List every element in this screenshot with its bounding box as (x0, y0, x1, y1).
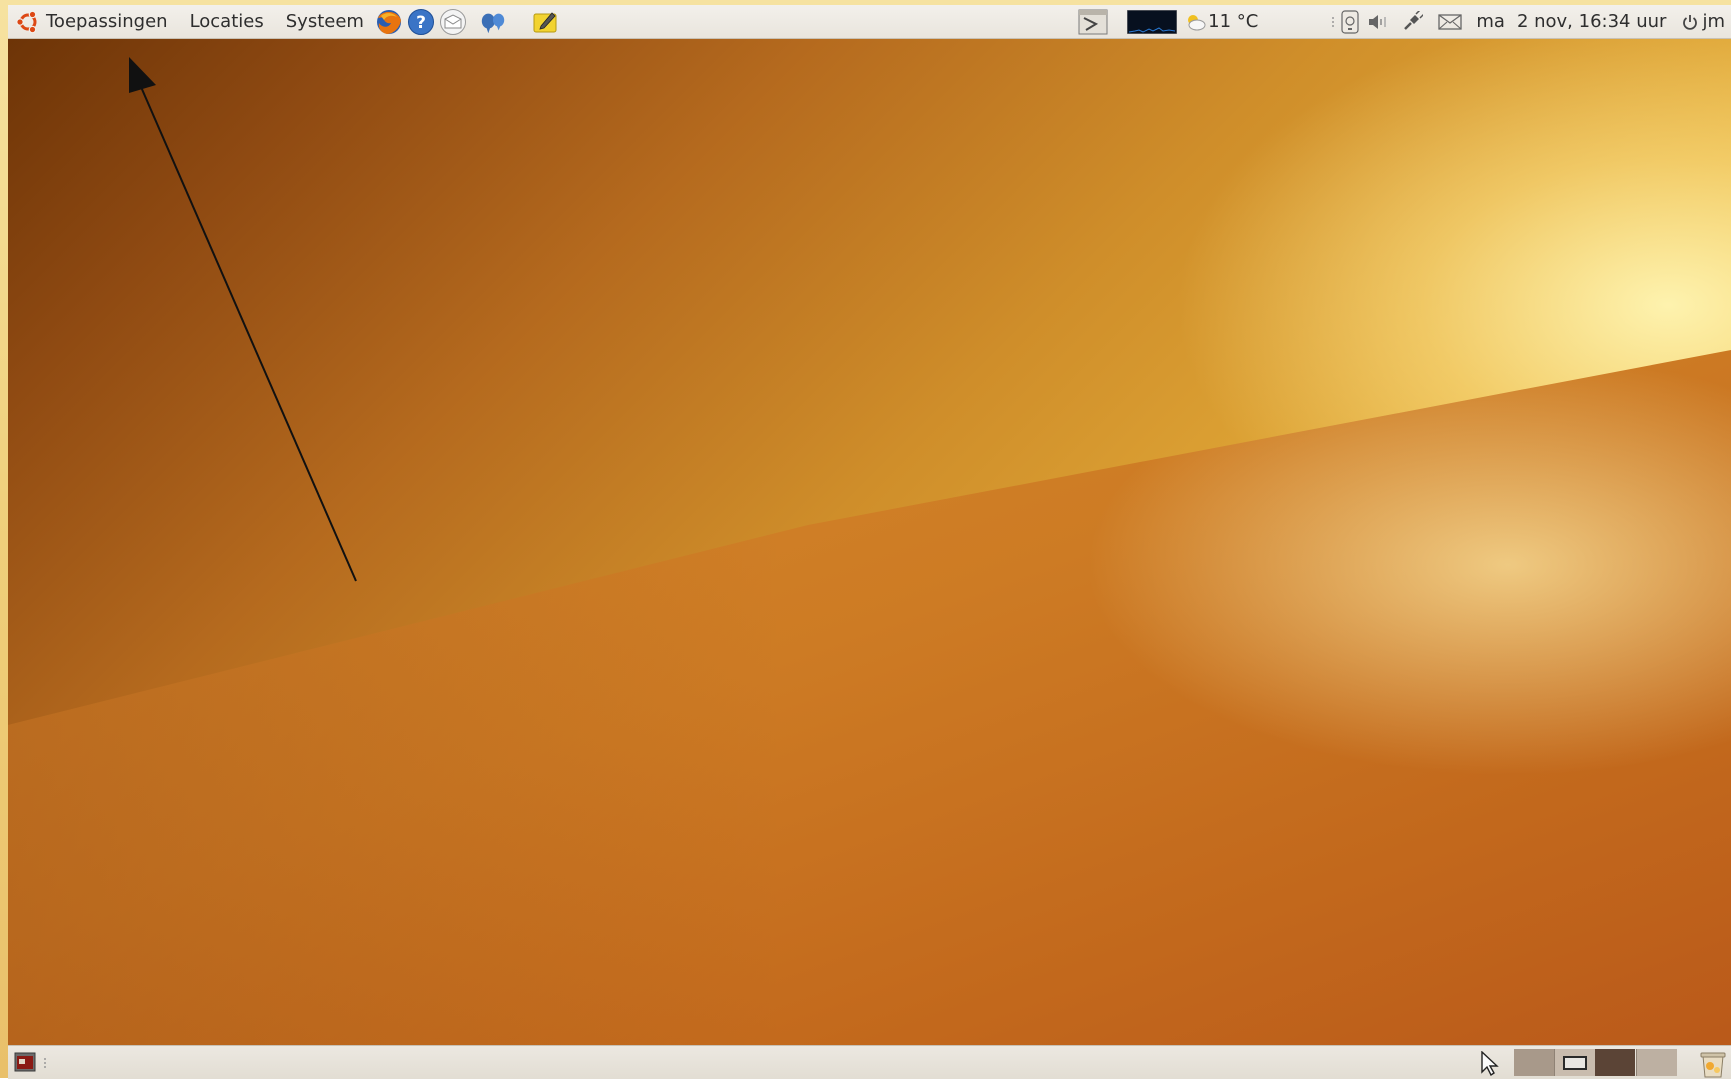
show-desktop-icon[interactable] (14, 1052, 36, 1076)
workspace-3[interactable] (1595, 1049, 1635, 1076)
disk-mount-icon[interactable] (1338, 5, 1362, 38)
ubuntu-logo-icon[interactable] (16, 10, 40, 34)
menu-applications-label: Toepassingen (46, 11, 168, 32)
menu-system-label: Systeem (285, 11, 364, 32)
workspace-window-thumbnail (1563, 1056, 1587, 1070)
top-panel: Toepassingen Locaties Systeem ? 11 °C ma… (8, 5, 1731, 39)
firefox-icon[interactable] (375, 8, 403, 36)
volume-icon[interactable] (1362, 5, 1394, 38)
notes-icon[interactable] (531, 8, 559, 36)
annotation-arrow (129, 57, 357, 582)
workspace-2[interactable] (1554, 1049, 1595, 1076)
trash-icon[interactable] (1698, 1048, 1728, 1082)
power-icon (1683, 14, 1698, 30)
weather-temperature: 11 °C (1208, 11, 1259, 32)
clock-day: ma (1476, 11, 1505, 32)
system-monitor-graph[interactable] (1127, 5, 1178, 38)
annotation-arrowhead (129, 57, 156, 93)
help-icon[interactable]: ? (407, 8, 435, 36)
messenger-icon[interactable] (479, 8, 507, 36)
user-name: jm (1702, 11, 1725, 32)
workspace-1[interactable] (1514, 1049, 1554, 1076)
bottom-panel (8, 1045, 1731, 1079)
user-session-menu[interactable]: jm (1672, 5, 1731, 38)
mail-notification-icon[interactable] (1430, 5, 1470, 38)
menu-places-label: Locaties (189, 11, 264, 32)
menu-system[interactable]: Systeem (275, 5, 375, 38)
mouse-pointer-icon (1480, 1050, 1500, 1081)
partly-cloudy-icon (1188, 14, 1206, 30)
clock-applet[interactable]: ma 2 nov, 16:34 uur (1470, 5, 1672, 38)
screenshot-applet-icon[interactable] (1077, 5, 1109, 38)
menu-applications[interactable]: Toepassingen (44, 5, 179, 38)
workspace-4[interactable] (1636, 1049, 1677, 1076)
desktop-wallpaper[interactable] (8, 5, 1731, 1078)
bottom-panel-handle-icon (43, 1055, 47, 1074)
svg-text:?: ? (416, 13, 426, 33)
clock-datetime: 2 nov, 16:34 uur (1516, 11, 1667, 32)
network-icon[interactable] (1394, 5, 1430, 38)
mail-client-icon[interactable] (439, 8, 467, 36)
weather-applet[interactable]: 11 °C (1184, 5, 1258, 38)
menu-places[interactable]: Locaties (179, 5, 275, 38)
panel-handle-icon (1328, 5, 1338, 38)
